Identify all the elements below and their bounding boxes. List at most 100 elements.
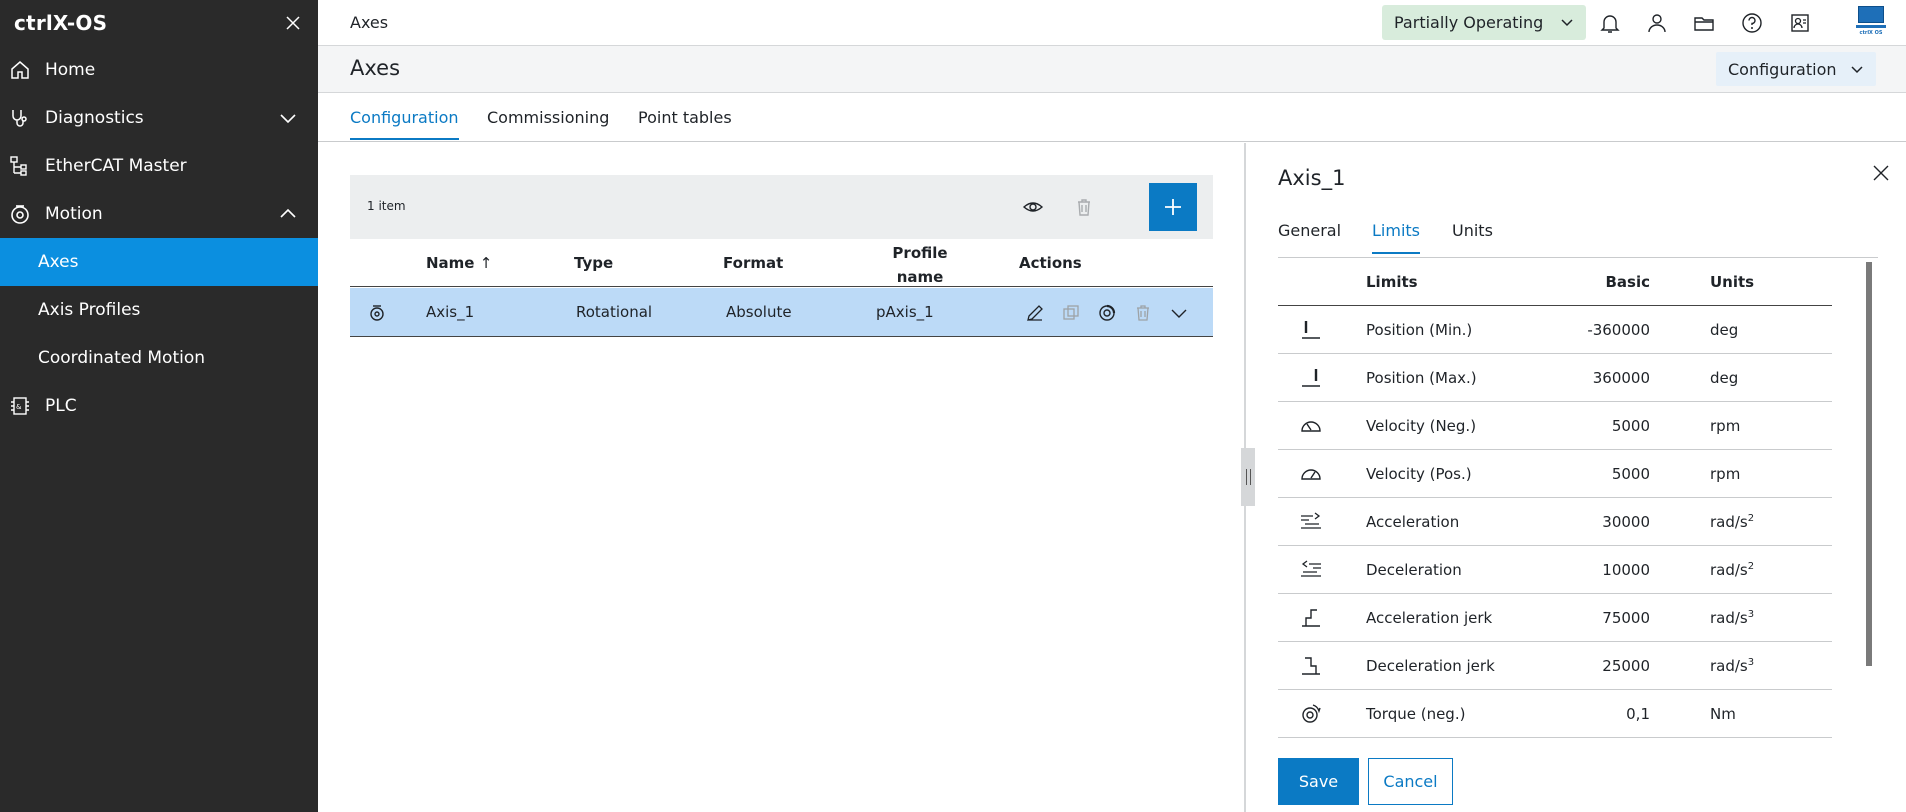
column-name[interactable]: Name ↑ [426, 254, 492, 272]
limit-value[interactable]: 25000 [1530, 657, 1650, 675]
limit-row[interactable]: Deceleration jerk 25000 rad/s3 [1278, 642, 1832, 690]
app-title: ctrlX-OS [14, 11, 108, 35]
limit-unit: rad/s3 [1710, 609, 1755, 627]
limit-row[interactable]: Position (Max.) 360000 deg [1278, 354, 1832, 402]
row-type: Rotational [576, 303, 653, 321]
limit-label: Velocity (Pos.) [1366, 465, 1472, 483]
view-select[interactable]: Configuration [1716, 52, 1876, 86]
tab-bar: Configuration Commissioning Point tables [318, 94, 1906, 142]
sidebar-item-plc[interactable]: & PLC [0, 382, 318, 430]
limit-unit: Nm [1710, 705, 1736, 723]
chevron-down-icon[interactable] [1167, 301, 1191, 325]
limit-value[interactable]: -360000 [1530, 321, 1650, 339]
limit-row[interactable]: Acceleration jerk 75000 rad/s3 [1278, 594, 1832, 642]
folder-icon[interactable] [1690, 9, 1718, 37]
limit-value[interactable]: 75000 [1530, 609, 1650, 627]
limit-row[interactable]: Position (Min.) -360000 deg [1278, 306, 1832, 354]
position-min-icon [1298, 317, 1324, 343]
row-name: Axis_1 [426, 303, 475, 321]
resize-handle[interactable] [1241, 448, 1255, 506]
copy-icon[interactable] [1059, 301, 1083, 325]
home-icon [8, 58, 32, 82]
sidebar-item-home[interactable]: Home [0, 46, 318, 94]
cancel-button[interactable]: Cancel [1368, 758, 1453, 805]
limit-value[interactable]: 5000 [1530, 417, 1650, 435]
sidebar-item-motion[interactable]: Motion [0, 190, 318, 238]
velocity-neg-icon [1298, 413, 1324, 439]
tab-units[interactable]: Units [1452, 221, 1493, 252]
limit-unit: deg [1710, 369, 1739, 387]
logo-bar [1856, 25, 1886, 28]
ctrlx-os-logo[interactable]: ctrlX OS [1852, 4, 1890, 42]
limit-row[interactable]: Torque (neg.) 0,1 Nm [1278, 690, 1832, 738]
status-text: Partially Operating [1394, 13, 1544, 32]
eye-icon[interactable] [1019, 193, 1047, 221]
column-basic: Basic [1605, 273, 1650, 291]
sidebar-item-coordinated-motion[interactable]: Coordinated Motion [0, 334, 318, 382]
table-header: Name ↑ Type Format Profile name Actions [350, 239, 1213, 287]
sidebar-item-label: EtherCAT Master [45, 156, 187, 176]
item-count: 1 item [367, 199, 406, 213]
scrollbar[interactable] [1866, 262, 1872, 666]
commissioning-icon[interactable] [1095, 301, 1119, 325]
limit-row[interactable]: Velocity (Pos.) 5000 rpm [1278, 450, 1832, 498]
bell-icon[interactable] [1596, 9, 1624, 37]
limit-row[interactable]: Deceleration 10000 rad/s2 [1278, 546, 1832, 594]
row-format: Absolute [726, 303, 792, 321]
sidebar-item-diagnostics[interactable]: Diagnostics [0, 94, 318, 142]
deceleration-jerk-icon [1298, 653, 1324, 679]
acceleration-icon [1298, 509, 1324, 535]
trash-icon[interactable] [1131, 301, 1155, 325]
limit-value[interactable]: 10000 [1530, 561, 1650, 579]
limit-unit: rad/s3 [1710, 657, 1755, 675]
column-format[interactable]: Format [723, 254, 783, 272]
help-icon[interactable] [1738, 9, 1766, 37]
add-button[interactable] [1149, 183, 1197, 231]
edit-icon[interactable] [1023, 301, 1047, 325]
limit-value[interactable]: 5000 [1530, 465, 1650, 483]
column-limits: Limits [1366, 273, 1418, 291]
limit-label: Deceleration jerk [1366, 657, 1495, 675]
chevron-up-icon[interactable] [276, 202, 300, 226]
sidebar-item-label: Diagnostics [45, 108, 144, 128]
limit-unit: deg [1710, 321, 1739, 339]
contacts-icon[interactable] [1786, 9, 1814, 37]
sidebar-header: ctrlX-OS [0, 0, 318, 46]
table-row[interactable]: Axis_1 Rotational Absolute pAxis_1 [350, 288, 1213, 337]
limit-unit: rpm [1710, 465, 1741, 483]
column-units: Units [1710, 273, 1755, 291]
velocity-pos-icon [1298, 461, 1324, 487]
limit-row[interactable]: Velocity (Neg.) 5000 rpm [1278, 402, 1832, 450]
acceleration-jerk-icon [1298, 605, 1324, 631]
tab-commissioning[interactable]: Commissioning [487, 108, 609, 138]
sidebar-item-label: PLC [45, 396, 77, 416]
deceleration-icon [1298, 557, 1324, 583]
user-icon[interactable] [1643, 9, 1671, 37]
plus-icon [1165, 199, 1181, 215]
sidebar-item-label: Motion [45, 204, 103, 224]
column-profile-name[interactable]: Profile name [891, 241, 949, 289]
tab-limits[interactable]: Limits [1372, 221, 1420, 254]
tab-configuration[interactable]: Configuration [350, 108, 459, 140]
tab-general[interactable]: General [1278, 221, 1341, 252]
limit-value[interactable]: 30000 [1530, 513, 1650, 531]
save-button[interactable]: Save [1278, 758, 1359, 805]
sidebar-item-axis-profiles[interactable]: Axis Profiles [0, 286, 318, 334]
limit-value[interactable]: 0,1 [1530, 705, 1650, 723]
sidebar-item-axes[interactable]: Axes [0, 238, 318, 286]
limit-row[interactable]: Acceleration 30000 rad/s2 [1278, 498, 1832, 546]
tab-point-tables[interactable]: Point tables [638, 108, 732, 138]
limit-label: Torque (neg.) [1366, 705, 1466, 723]
sidebar-item-label: Coordinated Motion [38, 348, 206, 368]
limit-label: Position (Min.) [1366, 321, 1473, 339]
chevron-down-icon[interactable] [276, 106, 300, 130]
status-dropdown[interactable]: Partially Operating [1382, 5, 1586, 40]
trash-icon[interactable] [1070, 193, 1098, 221]
list-toolbar: 1 item [350, 175, 1213, 239]
limit-unit: rpm [1710, 417, 1741, 435]
close-icon[interactable] [1871, 163, 1893, 185]
column-type[interactable]: Type [574, 254, 613, 272]
sidebar-item-ethercat-master[interactable]: EtherCAT Master [0, 142, 318, 190]
limit-value[interactable]: 360000 [1530, 369, 1650, 387]
close-icon[interactable] [282, 12, 304, 34]
